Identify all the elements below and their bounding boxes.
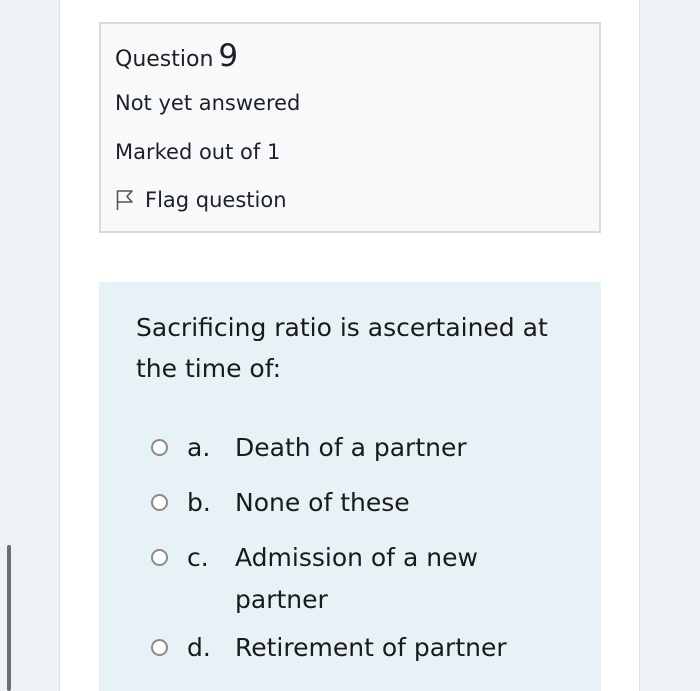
- answer-radio-a[interactable]: [151, 439, 168, 456]
- answer-radio-c[interactable]: [151, 549, 168, 566]
- question-content-panel: Sacrificing ratio is ascertained at the …: [99, 282, 601, 691]
- answer-option-a[interactable]: a. Death of a partner: [151, 427, 525, 469]
- answer-radio-b[interactable]: [151, 494, 168, 511]
- answer-radio-d[interactable]: [151, 639, 168, 656]
- answer-text-b: None of these: [235, 488, 410, 517]
- answer-option-b[interactable]: b. None of these: [151, 482, 525, 524]
- answer-text-a: Death of a partner: [235, 433, 467, 462]
- flag-question-label: Flag question: [145, 188, 287, 212]
- left-margin: [0, 0, 60, 691]
- right-margin: [639, 0, 700, 691]
- answer-letter-c: c.: [187, 543, 209, 572]
- question-text: Sacrificing ratio is ascertained at the …: [136, 313, 548, 383]
- question-info-box: Question 9 Not yet answered Marked out of…: [99, 22, 601, 233]
- question-title: Question 9: [115, 36, 238, 80]
- answer-letter-d: d.: [187, 633, 211, 662]
- question-state: Not yet answered: [115, 91, 301, 115]
- flag-question-link[interactable]: Flag question: [115, 185, 287, 215]
- answer-text-d: Retirement of partner: [235, 633, 507, 662]
- answer-option-d[interactable]: d. Retirement of partner: [151, 627, 525, 669]
- question-title-prefix: Question: [115, 47, 214, 72]
- answer-option-c[interactable]: c. Admission of a new partner: [151, 537, 525, 621]
- answer-letter-b: b.: [187, 488, 211, 517]
- question-grade: Marked out of 1: [115, 140, 281, 164]
- scrollbar-thumb[interactable]: [7, 545, 11, 691]
- answer-text-c: Admission of a new partner: [235, 543, 478, 614]
- answer-letter-a: a.: [187, 433, 211, 462]
- flag-icon: [115, 189, 135, 211]
- question-number: 9: [218, 38, 239, 74]
